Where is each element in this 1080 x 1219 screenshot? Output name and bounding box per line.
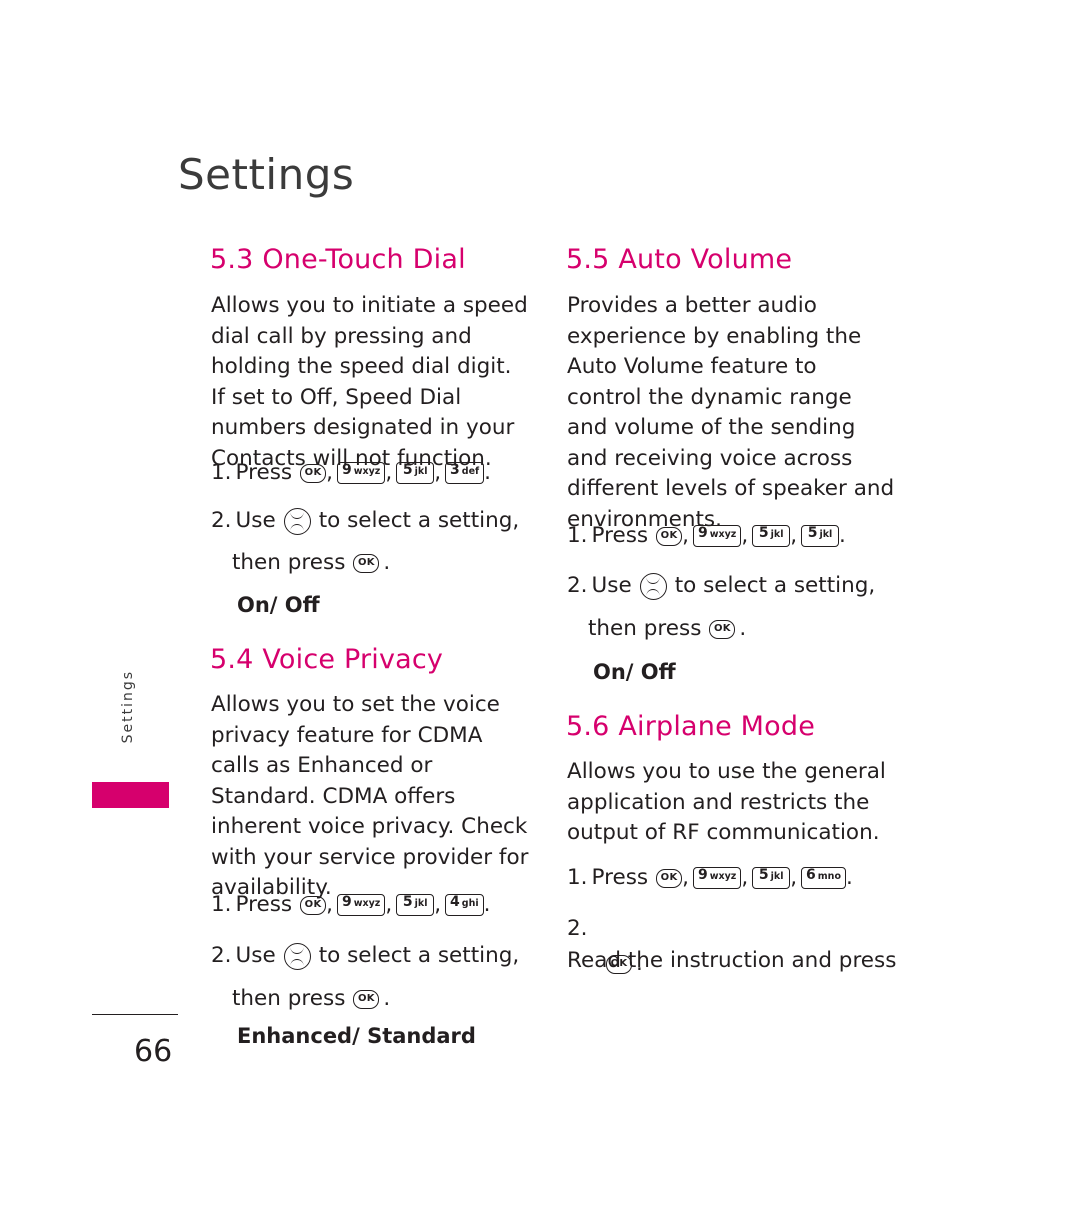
step-text: to select a setting, — [674, 573, 876, 598]
step-number: 1. — [567, 865, 588, 890]
step-verb: Use — [235, 508, 276, 533]
step-text: to select a setting, — [318, 943, 520, 968]
step-continuation: OK . — [606, 948, 926, 980]
ok-key-icon: OK — [606, 954, 632, 974]
section-heading-voice-privacy: 5.4 Voice Privacy — [210, 644, 444, 675]
step-tail: . — [636, 951, 643, 976]
step-then-text: then press — [232, 550, 346, 575]
ok-key-icon: OK — [300, 463, 327, 483]
key-9-wxyz-icon: 9 wxyz — [336, 894, 386, 917]
step-tail: . — [383, 550, 391, 575]
key-5-jkl-icon: 5 jkl — [396, 462, 435, 485]
page-number-rule — [92, 1014, 178, 1015]
separator-comma: , — [741, 865, 749, 890]
key-5-jkl-icon: 5 jkl — [396, 894, 435, 917]
step-number: 1. — [567, 523, 588, 548]
step-row: 1. Press OK , 9 wxyz , 5 jkl , 3 def . — [211, 457, 551, 489]
step-row: 2. Use to select a setting, — [211, 940, 551, 972]
step-tail: . — [484, 460, 492, 485]
step-continuation: then press OK . — [232, 983, 552, 1015]
step-verb: Press — [235, 460, 293, 485]
step-verb: Use — [591, 573, 632, 598]
step-number: 2. — [211, 943, 232, 968]
step-then-text: then press — [588, 616, 702, 641]
ok-key-icon: OK — [656, 526, 683, 546]
key-5-jkl-icon: 5 jkl — [752, 525, 791, 548]
step-number: 2. — [211, 508, 232, 533]
step-text: to select a setting, — [318, 508, 520, 533]
step-continuation: then press OK . — [232, 547, 552, 579]
step-verb: Press — [591, 865, 649, 890]
options-one-touch-dial: On/ Off — [237, 593, 320, 617]
step-tail: . — [739, 616, 747, 641]
separator-comma: , — [434, 460, 442, 485]
side-tab-label: Settings — [120, 670, 136, 744]
step-tail: . — [839, 523, 846, 548]
step-number: 2. — [567, 573, 588, 598]
key-5-jkl-icon: 5 jkl — [801, 525, 840, 548]
step-tail: . — [483, 892, 491, 917]
step-row: 2. Use to select a setting, — [567, 570, 917, 602]
separator-comma: , — [326, 892, 333, 917]
navigation-key-icon — [639, 572, 667, 600]
separator-comma: , — [790, 865, 798, 890]
ok-key-icon: OK — [656, 868, 683, 888]
key-6-mno-icon: 6 mno — [801, 867, 846, 890]
step-tail: . — [845, 865, 853, 890]
section-heading-one-touch-dial: 5.3 One-Touch Dial — [210, 244, 466, 275]
navigation-key-icon — [283, 942, 311, 970]
section-body-auto-volume: Provides a better audio experience by en… — [567, 293, 895, 532]
options-auto-volume: On/ Off — [593, 660, 676, 684]
ok-key-icon: OK — [709, 619, 736, 639]
separator-comma: , — [385, 460, 393, 485]
ok-key-icon: OK — [353, 989, 380, 1009]
step-row: 1. Press OK , 9 wxyz , 5 jkl , 6 mno . — [567, 862, 917, 894]
side-tab-marker — [92, 782, 169, 808]
key-9-wxyz-icon: 9 wxyz — [692, 867, 742, 890]
section-body-voice-privacy: Allows you to set the voice privacy feat… — [211, 692, 529, 901]
section-body-one-touch-dial: Allows you to initiate a speed dial call… — [211, 293, 528, 471]
step-verb: Use — [235, 943, 276, 968]
step-verb: Press — [591, 523, 649, 548]
step-verb: Press — [235, 892, 293, 917]
ok-key-icon: OK — [353, 553, 380, 573]
step-row: 2. Use to select a setting, — [211, 505, 551, 537]
separator-comma: , — [682, 865, 689, 890]
page-number: 66 — [134, 1034, 173, 1069]
separator-comma: , — [741, 523, 749, 548]
section-heading-auto-volume: 5.5 Auto Volume — [566, 244, 793, 275]
key-4-ghi-icon: 4 ghi — [445, 894, 484, 917]
options-voice-privacy: Enhanced/ Standard — [237, 1024, 476, 1048]
navigation-key-icon — [283, 507, 311, 535]
separator-comma: , — [434, 892, 442, 917]
separator-comma: , — [326, 460, 333, 485]
step-row: 1. Press OK , 9 wxyz , 5 jkl , 5 jkl . — [567, 520, 917, 552]
step-number: 1. — [211, 892, 232, 917]
page-title: Settings — [178, 150, 355, 199]
separator-comma: , — [682, 523, 689, 548]
ok-key-icon: OK — [300, 895, 327, 915]
step-tail: . — [383, 986, 391, 1011]
key-5-jkl-icon: 5 jkl — [752, 867, 791, 890]
section-body-airplane-mode: Allows you to use the general applicatio… — [567, 759, 886, 846]
step-continuation: then press OK . — [588, 613, 918, 645]
step-number: 2. — [567, 916, 588, 941]
key-3-def-icon: 3 def — [445, 462, 485, 485]
key-9-wxyz-icon: 9 wxyz — [692, 525, 742, 548]
step-row: 1. Press OK , 9 wxyz , 5 jkl , 4 ghi . — [211, 889, 551, 921]
section-heading-airplane-mode: 5.6 Airplane Mode — [566, 711, 816, 742]
separator-comma: , — [385, 892, 393, 917]
separator-comma: , — [790, 523, 798, 548]
key-9-wxyz-icon: 9 wxyz — [336, 462, 386, 485]
step-then-text: then press — [232, 986, 346, 1011]
step-number: 1. — [211, 460, 232, 485]
